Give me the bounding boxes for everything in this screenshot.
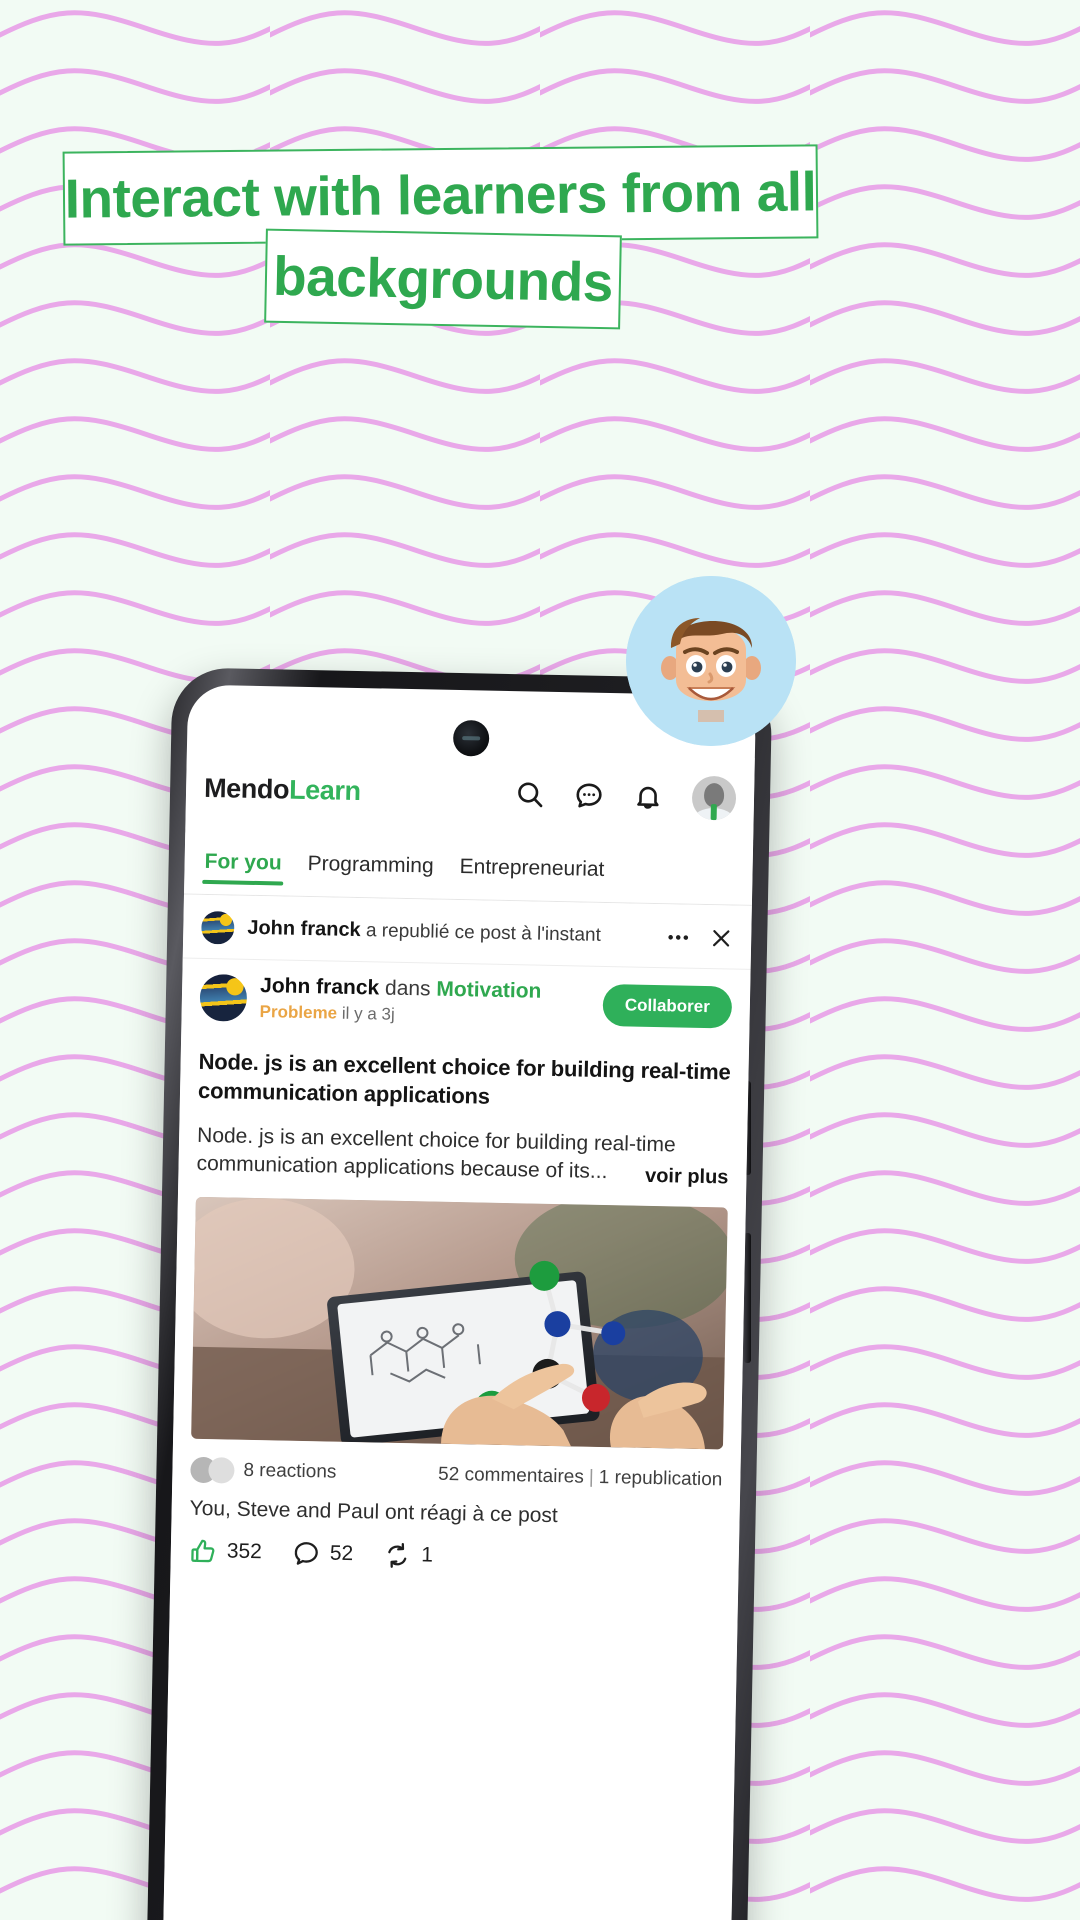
app-logo[interactable]: MendoLearn <box>204 772 361 806</box>
author-name: John franck <box>259 974 380 1000</box>
reaction-icons <box>190 1456 235 1484</box>
author-headline: John franck dans Motivation <box>260 974 542 1004</box>
comments-reposts-summary[interactable]: 52 commentaires | 1 republication <box>438 1463 723 1491</box>
bell-icon[interactable] <box>633 782 664 813</box>
brand-suffix: Learn <box>288 774 361 806</box>
tab-for-you[interactable]: For you <box>202 837 284 891</box>
headline-line2-text: backgrounds <box>272 244 614 313</box>
repost-action[interactable]: 1 <box>383 1540 433 1570</box>
repost-count: 1 <box>420 1543 434 1567</box>
comments-count: 52 commentaires <box>437 1463 585 1488</box>
repost-text: John franck a republié ce post à l'insta… <box>247 917 601 947</box>
like-count: 352 <box>226 1539 263 1564</box>
avatar-tie <box>710 804 717 821</box>
author-info: John franck dans Motivation Probleme il … <box>259 974 541 1028</box>
post-image[interactable] <box>191 1196 728 1450</box>
chat-bubble-icon[interactable] <box>574 780 605 811</box>
headline-line1-text: Interact with learners from all <box>64 159 817 230</box>
tab-entrepreneuriat[interactable]: Entrepreneuriat <box>457 843 607 898</box>
promo-stage: Interact with learners from all backgrou… <box>0 0 1080 1920</box>
phone-power-button[interactable] <box>744 1233 751 1363</box>
post-timestamp: il y a 3j <box>341 1003 395 1024</box>
phone-mockup: MendoLearn For you Programming Entrepren… <box>146 667 773 1920</box>
author-group[interactable]: Motivation <box>436 978 541 1003</box>
app-header: MendoLearn <box>185 746 755 840</box>
repost-banner: John franck a republié ce post à l'insta… <box>182 894 752 970</box>
feed-tabs: For you Programming Entrepreneuriat <box>183 832 754 906</box>
header-actions <box>515 772 737 821</box>
repost-action-text: a republié ce post à l'instant <box>360 920 602 946</box>
author-meta: Probleme il y a 3j <box>259 1002 541 1028</box>
floating-memoji-avatar <box>626 576 796 746</box>
reposter-name: John franck <box>247 916 361 942</box>
author-preposition: dans <box>378 976 437 1001</box>
phone-screen: MendoLearn For you Programming Entrepren… <box>162 684 757 1920</box>
post-title: Node. js is an excellent choice for buil… <box>197 1048 731 1109</box>
post-author-row: John franck dans Motivation Probleme il … <box>181 959 750 1040</box>
post-tag[interactable]: Probleme <box>259 1002 337 1023</box>
tab-programming[interactable]: Programming <box>305 839 436 894</box>
thumbs-up-icon <box>191 1539 215 1562</box>
author-avatar[interactable] <box>199 973 248 1022</box>
reaction-icon-2 <box>208 1456 235 1484</box>
see-more-link[interactable]: voir plus <box>636 1164 729 1190</box>
comment-action[interactable]: 52 <box>292 1538 354 1568</box>
reactions-count: 8 reactions <box>243 1459 337 1483</box>
headline-banner-line2: backgrounds <box>264 228 622 330</box>
close-icon[interactable] <box>709 926 733 950</box>
more-options-icon[interactable] <box>665 924 692 951</box>
comment-icon <box>294 1541 318 1565</box>
reaction-summary[interactable]: 8 reactions <box>190 1456 337 1485</box>
search-icon[interactable] <box>515 779 546 810</box>
profile-avatar[interactable] <box>691 775 737 821</box>
collaborate-button[interactable]: Collaborer <box>602 983 733 1029</box>
post-body-wrapper: Node. js is an excellent choice for buil… <box>178 1105 747 1190</box>
like-action[interactable]: 352 <box>189 1536 263 1566</box>
reposts-count: 1 republication <box>598 1466 723 1491</box>
repost-actions <box>665 924 734 951</box>
brand-prefix: Mendo <box>203 772 290 805</box>
headline-banner-line1: Interact with learners from all <box>62 144 819 246</box>
comment-count: 52 <box>329 1541 354 1566</box>
feed-post: John franck a republié ce post à l'insta… <box>162 894 752 1920</box>
reposter-avatar[interactable] <box>201 910 235 945</box>
front-camera-punch-hole <box>452 719 490 757</box>
summary-separator: | <box>588 1466 595 1488</box>
repost-icon <box>388 1542 407 1568</box>
